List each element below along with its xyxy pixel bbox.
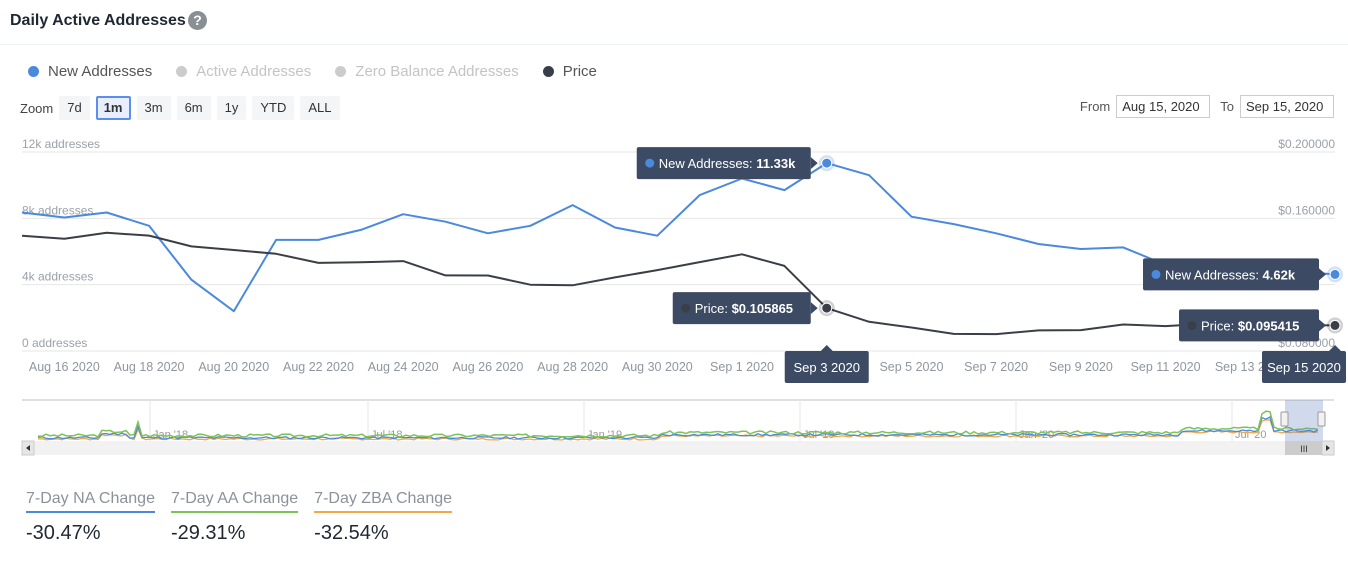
tooltip-dot-icon bbox=[645, 158, 655, 168]
new-addresses-point bbox=[1329, 268, 1341, 280]
x-tick-label: Aug 18 2020 bbox=[114, 360, 185, 374]
tooltip-new-addresses: New Addresses: 11.33k bbox=[659, 156, 796, 171]
legend-label: Zero Balance Addresses bbox=[355, 63, 519, 80]
legend-label: Active Addresses bbox=[196, 63, 312, 80]
stats-row: 7-Day NA Change -30.47% 7-Day AA Change … bbox=[26, 490, 468, 545]
stat-label: 7-Day ZBA Change bbox=[314, 490, 453, 513]
y-left-tick-label: 12k addresses bbox=[22, 137, 100, 151]
zoom-6m-button[interactable]: 6m bbox=[176, 96, 211, 120]
x-tick-label: Aug 26 2020 bbox=[452, 360, 523, 374]
tooltip-dot-icon bbox=[1187, 320, 1197, 330]
x-tick-label: Sep 5 2020 bbox=[879, 360, 943, 374]
stat-value: -32.54% bbox=[314, 522, 389, 544]
tooltip-dot-icon bbox=[1151, 269, 1161, 279]
tooltip-arrow bbox=[810, 157, 818, 170]
price-point bbox=[821, 302, 833, 314]
legend-dot-icon bbox=[28, 66, 39, 77]
stat-value: -29.31% bbox=[170, 522, 246, 544]
x-tick-label: Sep 1 2020 bbox=[710, 360, 774, 374]
to-date-input[interactable] bbox=[1240, 95, 1334, 118]
navigator-handle-right[interactable] bbox=[1317, 411, 1326, 427]
legend-label: New Addresses bbox=[48, 63, 153, 80]
from-date-input[interactable] bbox=[1116, 95, 1211, 118]
x-tick-label: Aug 24 2020 bbox=[368, 360, 439, 374]
x-tick-label: Aug 28 2020 bbox=[537, 360, 608, 374]
stat-zba-change: 7-Day ZBA Change -32.54% bbox=[314, 490, 453, 545]
legend-item-active-addresses[interactable]: Active Addresses bbox=[176, 63, 311, 80]
legend-item-zero-balance-addresses[interactable]: Zero Balance Addresses bbox=[335, 63, 519, 80]
legend-item-price[interactable]: Price bbox=[542, 63, 597, 80]
series-line-new-addresses bbox=[21, 162, 1336, 313]
navigator-series-aa bbox=[37, 410, 1319, 438]
to-label: To bbox=[1220, 99, 1234, 114]
stat-na-change: 7-Day NA Change -30.47% bbox=[26, 490, 155, 545]
navigator[interactable]: Jan '18 Jul '18 Jan '19 Jul '19 Jan '20 Jul '… bbox=[0, 395, 1348, 460]
zoom-3m-button[interactable]: 3m bbox=[136, 96, 171, 120]
x-tick-label: Aug 20 2020 bbox=[198, 360, 269, 374]
legend-label: Price bbox=[562, 63, 597, 80]
zoom-ytd-button[interactable]: YTD bbox=[252, 96, 295, 120]
panel-header: Daily Active Addresses ? bbox=[0, 0, 1348, 45]
x-tick-label: Aug 22 2020 bbox=[283, 360, 354, 374]
tooltip-arrow bbox=[820, 345, 833, 351]
tooltip-arrow bbox=[1319, 319, 1326, 332]
legend-item-new-addresses[interactable]: New Addresses bbox=[28, 63, 152, 80]
zoom-1y-button[interactable]: 1y bbox=[216, 96, 247, 120]
chart-legend: New Addresses Active Addresses Zero Bala… bbox=[28, 63, 621, 80]
x-tick-label: Sep 7 2020 bbox=[964, 360, 1028, 374]
y-left-tick-label: 4k addresses bbox=[22, 270, 93, 284]
x-tick-label: Aug 30 2020 bbox=[622, 360, 693, 374]
tooltip-new-addresses: New Addresses: 4.62k bbox=[1165, 267, 1296, 282]
date-tooltip-label: Sep 15 2020 bbox=[1267, 360, 1341, 375]
stat-aa-change: 7-Day AA Change -29.31% bbox=[170, 490, 299, 545]
stat-label: 7-Day NA Change bbox=[26, 490, 155, 513]
navigator-handle-left[interactable] bbox=[1280, 411, 1289, 427]
zoom-1m-button[interactable]: 1m bbox=[95, 96, 131, 120]
legend-dot-icon bbox=[542, 66, 554, 77]
stat-value: -30.47% bbox=[26, 522, 101, 544]
scrollbar-track[interactable] bbox=[22, 441, 1334, 455]
legend-dot-icon bbox=[335, 66, 347, 77]
x-tick-label: Sep 9 2020 bbox=[1049, 360, 1113, 374]
grip-icon: III bbox=[1300, 444, 1308, 454]
x-tick-label: Sep 11 2020 bbox=[1131, 360, 1201, 374]
page-title: Daily Active Addresses bbox=[10, 12, 186, 29]
tooltip-price: Price: $0.105865 bbox=[695, 301, 793, 316]
tooltip-dot-icon bbox=[681, 303, 691, 313]
stat-label: 7-Day AA Change bbox=[170, 490, 299, 513]
legend-dot-icon bbox=[176, 66, 188, 77]
main-chart[interactable]: 0 addresses4k addresses8k addresses12k a… bbox=[0, 130, 1348, 390]
zoom-label: Zoom bbox=[20, 100, 54, 116]
y-right-tick-label: $0.200000 bbox=[1278, 137, 1335, 151]
y-right-tick-label: $0.160000 bbox=[1278, 203, 1335, 217]
date-range: From To bbox=[1080, 95, 1334, 118]
question-circle-icon[interactable]: ? bbox=[188, 11, 207, 30]
zoom-7d-button[interactable]: 7d bbox=[59, 96, 90, 120]
tooltip-price: Price: $0.095415 bbox=[1201, 318, 1299, 333]
x-tick-label: Aug 16 2020 bbox=[29, 360, 100, 374]
tooltip-arrow bbox=[810, 302, 818, 315]
navigator-selection[interactable] bbox=[1285, 400, 1323, 441]
new-addresses-point bbox=[821, 157, 833, 169]
y-left-tick-label: 0 addresses bbox=[22, 336, 87, 350]
zoom-all-button[interactable]: ALL bbox=[300, 96, 340, 120]
price-point bbox=[1329, 319, 1341, 331]
tooltip-arrow bbox=[1319, 268, 1326, 281]
zoom-controls: Zoom 7d 1m 3m 6m 1y YTD ALL bbox=[20, 96, 346, 120]
from-label: From bbox=[1079, 99, 1111, 114]
date-tooltip-label: Sep 3 2020 bbox=[793, 360, 860, 375]
